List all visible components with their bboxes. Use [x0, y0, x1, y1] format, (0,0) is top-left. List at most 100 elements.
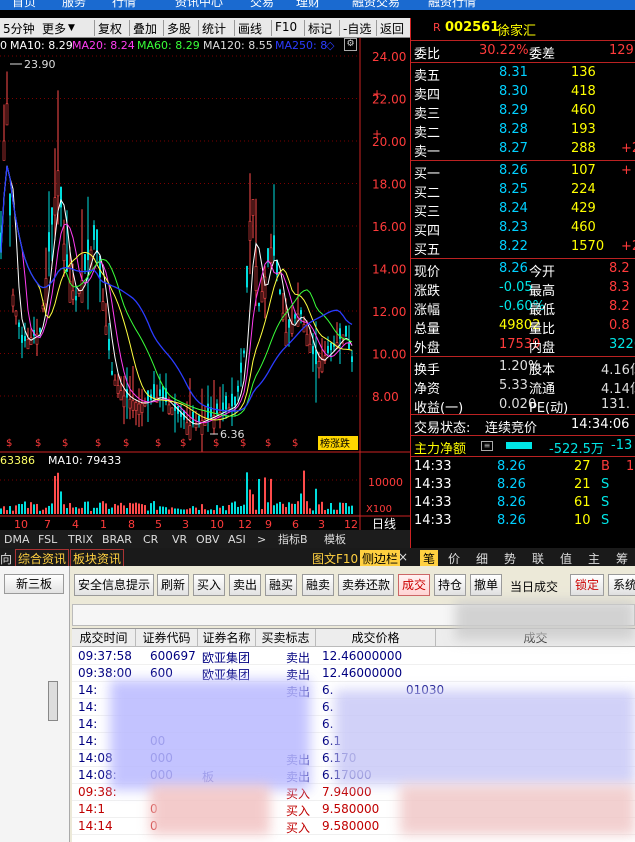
chevron-right-icon[interactable]: > — [257, 533, 266, 546]
indicator-tab-extra[interactable]: 指标B — [278, 532, 308, 546]
indicator-tab[interactable]: CR — [143, 533, 159, 546]
kline-chart[interactable]: 24.0022.0020.0018.0016.0014.0012.0010.00… — [0, 38, 410, 548]
price-axis-label: 8.00 — [372, 390, 399, 404]
tick-volume: 61 — [574, 495, 591, 510]
cell-price: 9.580000 — [322, 802, 380, 816]
period-selector[interactable]: 5分钟 — [3, 20, 35, 37]
order-price: 8.29 — [499, 103, 528, 118]
trade-button[interactable]: 刷新 — [157, 574, 189, 596]
status-time: 14:34:06 — [571, 417, 630, 432]
more-menu-button[interactable]: 更多 — [42, 20, 66, 37]
order-change: +2 — [621, 239, 635, 254]
side-tab[interactable]: 值 — [560, 550, 572, 566]
side-tab[interactable]: 笔 — [420, 550, 439, 566]
column-header[interactable]: 成交时间 — [72, 629, 136, 647]
toolbar-item[interactable]: 画线 — [238, 20, 262, 37]
indicator-tab[interactable]: FSL — [38, 533, 58, 546]
date-tick: 10 — [14, 518, 28, 531]
trade-button[interactable]: 卖券还款 — [338, 574, 394, 596]
cell-time: 09:38:00 — [78, 666, 132, 680]
trade-button[interactable]: 融买 — [265, 574, 297, 596]
column-header[interactable]: 成交价格 — [316, 629, 436, 647]
tab-news[interactable]: 综合资讯 — [15, 549, 70, 566]
toolbar-item[interactable]: 多股 — [167, 20, 191, 37]
toolbar-item[interactable]: 统计 — [202, 20, 226, 37]
column-header[interactable]: 证券名称 — [198, 629, 256, 647]
order-price: 8.23 — [499, 220, 528, 235]
order-volume: 136 — [571, 65, 596, 80]
tick-row: 14:33 8.26 21 S — [411, 476, 635, 495]
tab-partial[interactable]: 向 — [0, 550, 12, 566]
order-price: 8.22 — [499, 239, 528, 254]
dividend-marker: $ — [292, 438, 298, 449]
top-nav-item[interactable]: 融资行情 — [428, 0, 476, 10]
top-nav-item[interactable]: 融资交易 — [352, 0, 400, 10]
toolbar-item[interactable]: F10 — [275, 20, 297, 34]
order-price: 8.30 — [499, 84, 528, 99]
trade-button[interactable]: 成交 — [398, 574, 430, 596]
lock-button[interactable]: 锁定 — [570, 574, 604, 596]
list-icon[interactable]: ≡ — [481, 441, 493, 451]
side-tab[interactable]: 价 — [448, 550, 460, 566]
column-header[interactable]: 买卖标志 — [256, 629, 316, 647]
toolbar-item[interactable]: -自选 — [343, 20, 371, 37]
cell-time: 14:14 — [78, 819, 113, 833]
indicator-tab[interactable]: BRAR — [102, 533, 132, 546]
neeq-tab[interactable]: 新三板 — [4, 574, 64, 594]
top-nav-item[interactable]: 资讯中心 — [175, 0, 223, 10]
plus-marker: + — [372, 127, 382, 141]
column-header[interactable]: 证券代码 — [136, 629, 198, 647]
tick-row: 14:33 8.26 61 S — [411, 494, 635, 513]
side-tab[interactable]: 筹 — [616, 550, 628, 566]
side-tab[interactable]: 主 — [588, 550, 600, 566]
trade-button[interactable]: 持仓 — [434, 574, 466, 596]
date-tick: 6 — [292, 518, 299, 531]
top-nav-item[interactable]: 理财 — [296, 0, 320, 10]
netflow-value: -522.5万 — [549, 442, 604, 457]
trade-button[interactable]: 买入 — [193, 574, 225, 596]
date-tick: 7 — [44, 518, 51, 531]
toolbar-item[interactable]: 返回 — [380, 20, 404, 37]
volume-ma-legend: MA10: 79433 — [48, 454, 121, 467]
tick-volume: 10 — [574, 513, 591, 528]
toolbar-item[interactable]: 叠加 — [133, 20, 157, 37]
indicator-tab[interactable]: DMA — [4, 533, 30, 546]
indicator-tab[interactable]: VR — [172, 533, 188, 546]
ranking-badge[interactable]: 榜涨跌 — [320, 437, 350, 450]
quote-stat-row: 收益(一) 0.020 PE(动) 131. — [414, 397, 630, 416]
trade-button[interactable]: 卖出 — [229, 574, 261, 596]
toolbar-item[interactable]: 标记 — [308, 20, 332, 37]
template-tab[interactable]: 模板 — [324, 532, 346, 546]
tab-sector-news[interactable]: 板块资讯 — [70, 549, 125, 566]
top-nav-item[interactable]: 行情 — [112, 0, 136, 10]
trade-button[interactable]: 撤单 — [470, 574, 502, 596]
indicator-tab[interactable]: TRIX — [67, 533, 94, 546]
trade-status: 连续竞价 — [485, 421, 538, 436]
top-nav-item[interactable]: 交易 — [250, 0, 274, 10]
indicator-tab[interactable]: OBV — [196, 533, 220, 546]
top-nav-item[interactable]: 服务 — [62, 0, 86, 10]
toolbar-item[interactable]: 复权 — [98, 20, 122, 37]
side-tab[interactable]: 细 — [476, 550, 488, 566]
tab-sidebar[interactable]: 侧边栏 — [360, 550, 401, 566]
trade-button[interactable]: 融卖 — [302, 574, 334, 596]
close-icon[interactable]: × — [398, 550, 408, 564]
price-axis-label: 18.00 — [372, 178, 406, 192]
order-level-label: 卖三 — [414, 107, 441, 122]
indicator-tab[interactable]: ASI — [228, 533, 246, 546]
privacy-mask — [335, 690, 635, 785]
top-nav-item[interactable]: 首页 — [12, 0, 36, 10]
dividend-marker: $ — [35, 438, 41, 449]
table-row[interactable]: 09:37:58 600697 欧亚集团 卖出 12.46000000 — [72, 648, 635, 665]
trade-button[interactable]: 安全信息提示 — [74, 574, 154, 596]
price-axis-label: 16.00 — [372, 220, 406, 234]
side-tab[interactable]: 联 — [532, 550, 544, 566]
quote-stat-value: 0.8 — [609, 318, 630, 333]
dividend-marker: $ — [6, 438, 12, 449]
tab-f10[interactable]: 图文F10 — [312, 550, 358, 566]
sidebar-scroll-handle[interactable] — [48, 681, 58, 721]
order-book-row: 卖一 8.27 288 +2 — [411, 140, 635, 160]
line-type-label[interactable]: 日线 — [372, 517, 396, 531]
system-button[interactable]: 系统 — [608, 574, 635, 596]
side-tab[interactable]: 势 — [504, 550, 516, 566]
